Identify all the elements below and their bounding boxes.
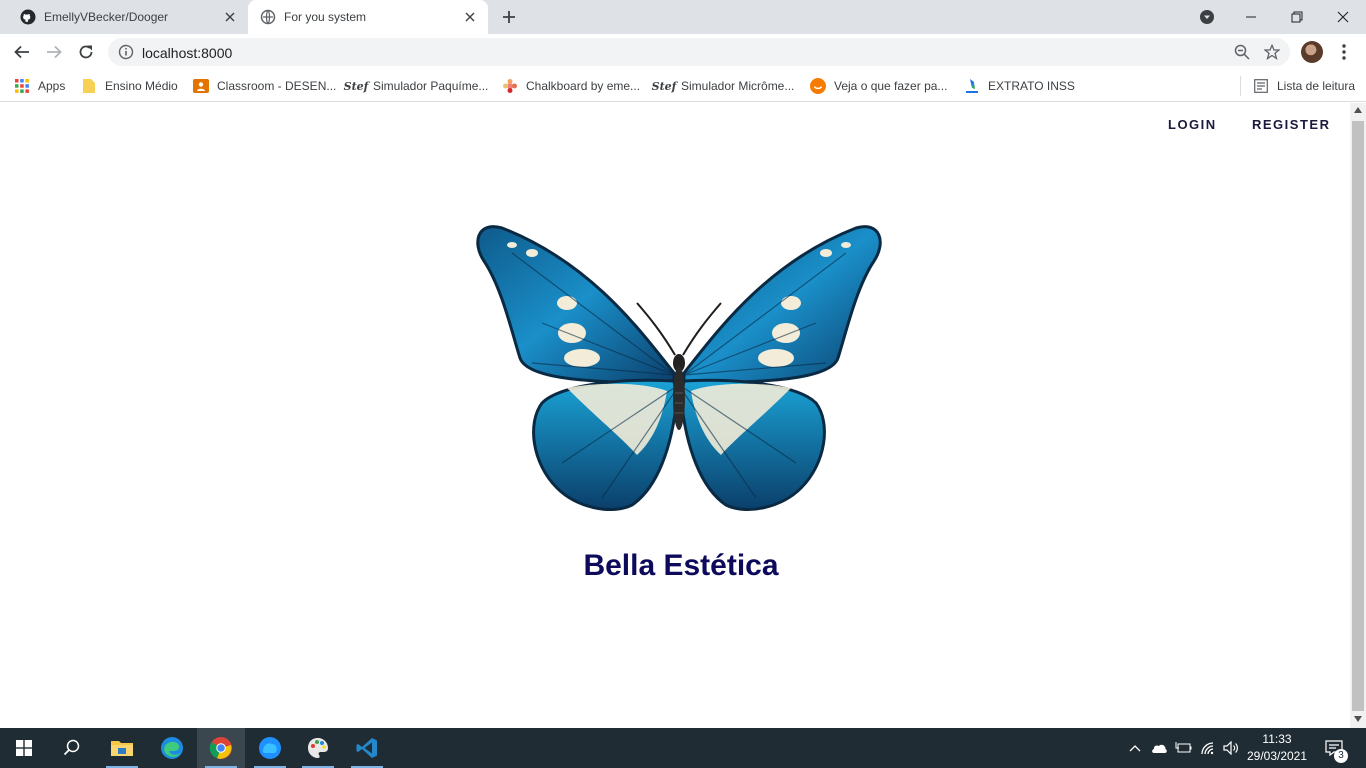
browser-toolbar: localhost:8000: [0, 34, 1366, 70]
clock-date: 29/03/2021: [1246, 749, 1308, 763]
new-tab-plus-icon[interactable]: [500, 8, 518, 26]
weather-app-icon[interactable]: [246, 728, 294, 768]
globe-icon: [260, 9, 276, 25]
bookmark-label: Simulador Micrôme...: [681, 79, 795, 93]
bookmark-extrato-inss[interactable]: EXTRATO INSS: [964, 76, 1075, 96]
login-link[interactable]: LOGIN: [1168, 117, 1217, 132]
paint-app-icon[interactable]: [294, 728, 342, 768]
tab-github[interactable]: EmellyVBecker/Dooger: [8, 0, 248, 34]
close-window-icon[interactable]: [1332, 6, 1354, 28]
edge-browser-icon[interactable]: [148, 728, 196, 768]
bookmark-label: Classroom - DESEN...: [217, 79, 337, 93]
windows-taskbar: 11:33 29/03/2021: [0, 728, 1366, 768]
bookmark-ensino-medio[interactable]: Ensino Médio: [81, 76, 178, 96]
profile-avatar[interactable]: [1301, 41, 1323, 63]
bookmark-chalkboard[interactable]: Chalkboard by eme...: [502, 76, 640, 96]
scroll-down-icon[interactable]: [1354, 716, 1362, 722]
bookmark-label: Apps: [38, 79, 66, 93]
web-page: LOGIN REGISTER Bella Estética: [0, 103, 1350, 728]
url-text[interactable]: localhost:8000: [142, 45, 232, 61]
tab-search-chevron-icon[interactable]: [1199, 9, 1215, 25]
clock-time: 11:33: [1262, 732, 1292, 746]
file-explorer-icon[interactable]: [98, 728, 146, 768]
inss-icon: [964, 78, 980, 94]
search-icon[interactable]: [48, 728, 96, 768]
tab-title: For you system: [284, 10, 367, 24]
tab-title: EmellyVBecker/Dooger: [44, 10, 169, 24]
windows-start-icon[interactable]: [0, 728, 48, 768]
reading-list[interactable]: Lista de leitura: [1240, 76, 1355, 96]
volume-icon[interactable]: [1220, 728, 1242, 768]
bookmark-apps[interactable]: Apps: [14, 76, 65, 96]
close-icon[interactable]: [462, 9, 478, 25]
wifi-icon[interactable]: [1197, 728, 1219, 768]
notification-count-badge: 3: [1334, 749, 1348, 763]
register-link[interactable]: REGISTER: [1252, 117, 1330, 132]
bookmark-simulador-micrometro[interactable]: Stef Simulador Micrôme...: [651, 76, 795, 96]
bookmark-label: Simulador Paquíme...: [373, 79, 489, 93]
zoom-out-icon[interactable]: [1234, 44, 1250, 60]
scrollbar-thumb[interactable]: [1352, 121, 1364, 711]
chevron-up-icon[interactable]: [1125, 728, 1145, 768]
bookmark-label: EXTRATO INSS: [988, 79, 1075, 93]
folder-icon: [81, 78, 97, 94]
browser-tab-strip: EmellyVBecker/Dooger For you system: [0, 0, 1366, 34]
vscode-icon[interactable]: [343, 728, 391, 768]
more-menu-icon[interactable]: [1336, 42, 1352, 62]
onedrive-cloud-icon[interactable]: [1148, 728, 1170, 768]
forward-arrow-icon[interactable]: [44, 42, 64, 62]
butterfly-logo: [476, 225, 882, 512]
github-icon: [20, 9, 36, 25]
close-icon[interactable]: [222, 9, 238, 25]
tab-for-you-system[interactable]: For you system: [248, 0, 488, 34]
scroll-up-icon[interactable]: [1354, 107, 1362, 113]
bookmark-veja-o-que-fazer[interactable]: Veja o que fazer pa...: [810, 76, 947, 96]
bookmark-label: Chalkboard by eme...: [526, 79, 641, 93]
battery-icon[interactable]: [1172, 728, 1194, 768]
back-arrow-icon[interactable]: [12, 42, 32, 62]
stef-icon: Stef: [651, 79, 677, 93]
info-icon[interactable]: [118, 44, 134, 60]
system-clock[interactable]: 11:33 29/03/2021: [1240, 731, 1314, 765]
address-bar[interactable]: localhost:8000: [108, 38, 1290, 66]
bookmark-label: Ensino Médio: [105, 79, 178, 93]
orange-circle-icon: [810, 78, 826, 94]
stef-icon: Stef: [343, 79, 369, 93]
bookmark-label: Veja o que fazer pa...: [834, 79, 948, 93]
reading-list-icon: [1253, 78, 1269, 94]
minimize-icon[interactable]: [1240, 6, 1262, 28]
bookmarks-bar: Apps Ensino Médio Classroom - DESEN... S…: [0, 70, 1366, 102]
brand-title: Bella Estética: [583, 549, 779, 582]
bookmark-star-icon[interactable]: [1263, 43, 1281, 61]
page-scrollbar[interactable]: [1350, 103, 1366, 728]
apps-grid-icon: [14, 78, 30, 94]
restore-icon[interactable]: [1286, 6, 1308, 28]
reload-icon[interactable]: [76, 42, 96, 62]
chalkboard-icon: [502, 78, 518, 94]
classroom-icon: [193, 78, 209, 94]
bookmark-simulador-paquimetro[interactable]: Stef Simulador Paquíme...: [343, 76, 489, 96]
reading-list-label: Lista de leitura: [1277, 79, 1356, 93]
bookmark-classroom[interactable]: Classroom - DESEN...: [193, 76, 336, 96]
chrome-browser-icon[interactable]: [197, 728, 245, 768]
